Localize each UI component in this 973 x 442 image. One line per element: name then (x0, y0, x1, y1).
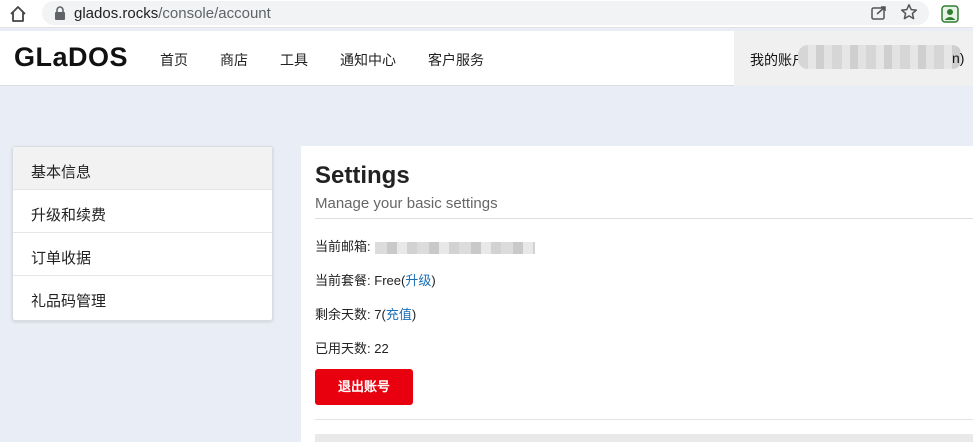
email-row: 当前邮箱: (315, 236, 535, 255)
days-left-row: 剩余天数: 7(充值) (315, 307, 417, 322)
sidebar-item-gift-codes[interactable]: 礼品码管理 (13, 276, 272, 319)
recharge-link[interactable]: 充值 (386, 307, 412, 322)
bookmark-star-icon[interactable] (900, 3, 918, 21)
days-used-row: 已用天数: 22 (315, 338, 389, 357)
days-used-value: 22 (374, 341, 389, 356)
site-header: GLaDOS 首页 商店 工具 通知中心 客户服务 我的账户 n) (0, 31, 973, 86)
account-label-tail: n) (952, 50, 965, 66)
sidebar-item-orders[interactable]: 订单收据 (13, 233, 272, 276)
email-label: 当前邮箱: (315, 239, 371, 254)
account-menu[interactable]: 我的账户 n) (734, 31, 973, 86)
nav-support[interactable]: 客户服务 (428, 50, 484, 70)
divider (315, 218, 973, 219)
site-logo[interactable]: GLaDOS (14, 42, 128, 73)
plan-row: 当前套餐: Free(升级) (315, 273, 436, 288)
account-email-blurred (798, 45, 962, 69)
nav-shop[interactable]: 商店 (220, 50, 248, 70)
sidebar-menu: 基本信息 升级和续费 订单收据 礼品码管理 (12, 146, 273, 321)
nav-notifications[interactable]: 通知中心 (340, 50, 396, 70)
extension-icon[interactable] (940, 4, 960, 24)
nav-tools[interactable]: 工具 (280, 50, 308, 70)
upgrade-link[interactable]: 升级 (405, 273, 431, 288)
email-value-blurred (374, 241, 535, 254)
url-host: glados.rocks (74, 5, 159, 22)
days-left-label: 剩余天数: (315, 307, 371, 322)
plan-value: Free (374, 273, 401, 288)
divider (315, 419, 973, 420)
home-icon[interactable] (8, 4, 28, 24)
logout-button[interactable]: 退出账号 (315, 369, 413, 405)
lock-icon[interactable] (54, 6, 66, 20)
browser-toolbar: glados.rocks/console/account (0, 0, 973, 28)
page-title: Settings (315, 162, 410, 189)
address-bar[interactable]: glados.rocks/console/account (42, 1, 929, 25)
page-subtitle: Manage your basic settings (315, 195, 498, 212)
url-path: /console/account (158, 5, 271, 22)
url-text: glados.rocks/console/account (74, 5, 271, 22)
nav-home[interactable]: 首页 (160, 50, 188, 70)
days-left-value: 7 (374, 307, 382, 322)
share-icon[interactable] (870, 4, 888, 22)
sidebar-item-basic-info[interactable]: 基本信息 (13, 147, 272, 190)
footer-block (315, 434, 973, 442)
days-used-label: 已用天数: (315, 341, 371, 356)
settings-panel: Settings Manage your basic settings 当前邮箱… (301, 146, 973, 442)
plan-label: 当前套餐: (315, 273, 371, 288)
sidebar-item-upgrade[interactable]: 升级和续费 (13, 190, 272, 233)
